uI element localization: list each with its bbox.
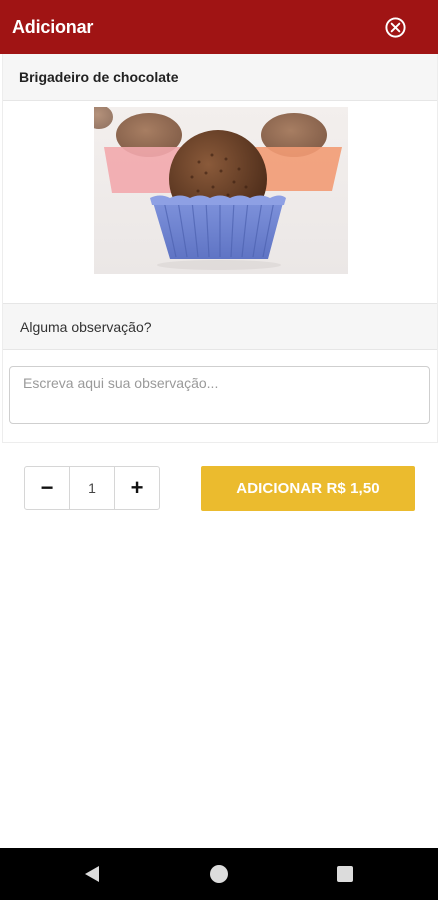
observation-input[interactable] — [9, 366, 430, 424]
decrease-quantity-button[interactable]: − — [25, 467, 70, 509]
quantity-stepper: − 1 + — [24, 466, 160, 510]
back-triangle-icon[interactable] — [82, 864, 102, 884]
close-icon[interactable] — [384, 16, 407, 39]
recents-square-icon[interactable] — [337, 866, 353, 882]
quantity-value: 1 — [88, 480, 96, 496]
observation-label: Alguma observação? — [20, 319, 152, 335]
page-title: Adicionar — [12, 17, 94, 37]
minus-icon: − — [40, 475, 54, 500]
observation-bar: Alguma observação? — [3, 303, 437, 350]
product-name: Brigadeiro de chocolate — [19, 69, 179, 85]
brigadeiro-photo — [94, 107, 348, 274]
product-name-bar: Brigadeiro de chocolate — [3, 54, 437, 101]
add-to-cart-button[interactable]: ADICIONAR R$ 1,50 — [201, 466, 415, 511]
increase-quantity-button[interactable]: + — [114, 467, 159, 509]
app-header: Adicionar — [0, 0, 438, 54]
home-circle-icon[interactable] — [210, 865, 228, 883]
product-image — [94, 107, 348, 274]
product-card: Brigadeiro de chocolate Alguma observaçã… — [2, 54, 438, 443]
plus-icon: + — [130, 475, 144, 500]
